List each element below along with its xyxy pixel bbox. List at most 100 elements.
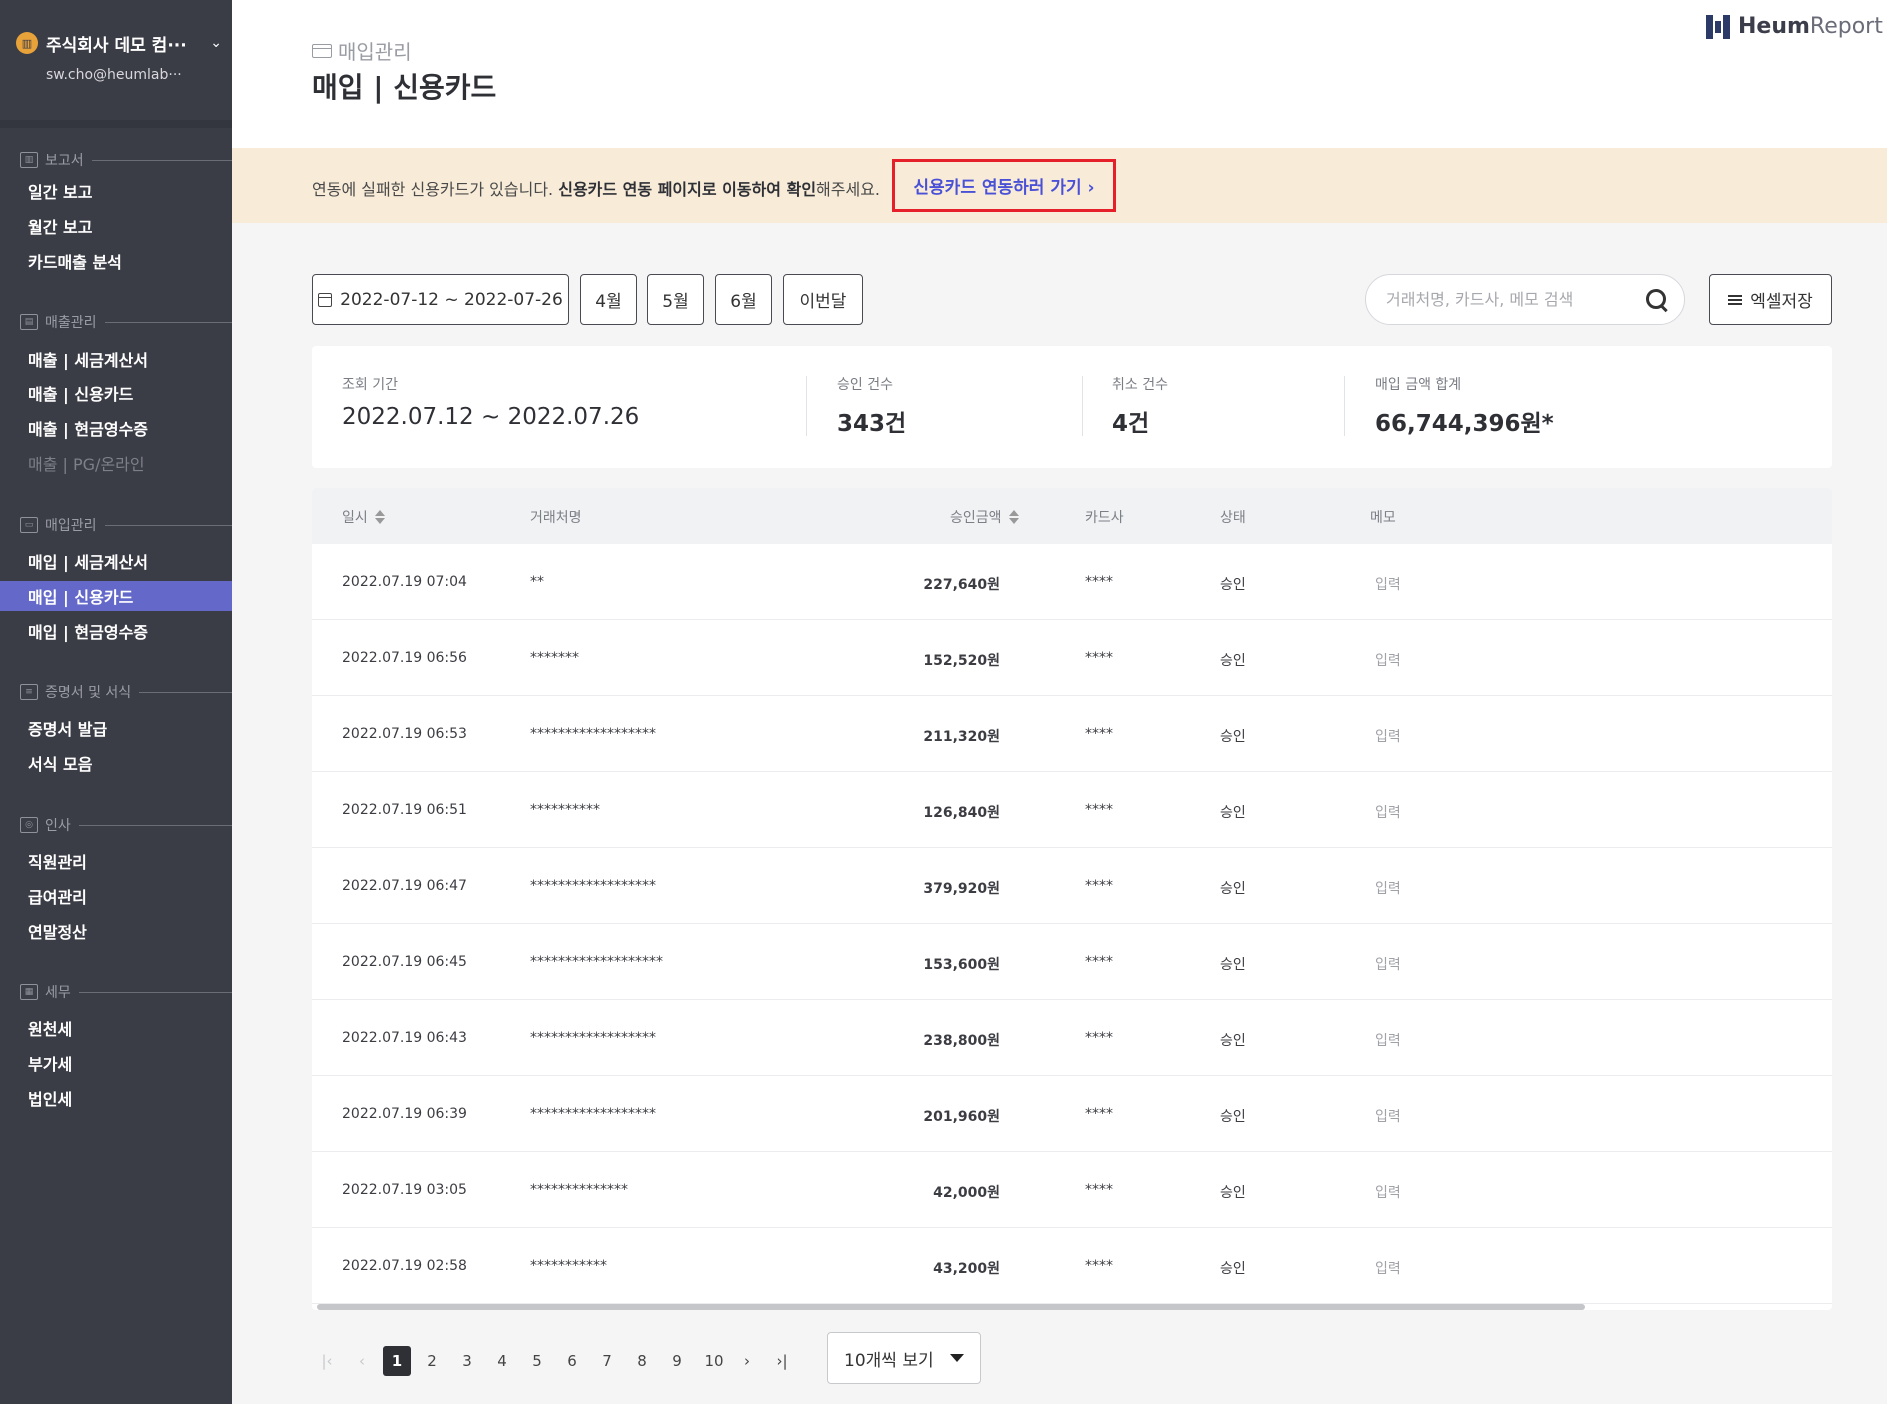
sidebar-item-daily-report[interactable]: 일간 보고 <box>0 176 232 206</box>
cell-status: 승인 <box>1220 729 1246 745</box>
cell-amount: 42,000원 <box>933 1185 1000 1201</box>
sidebar-item-sales-pg-online[interactable]: 매출 | PG/온라인 <box>0 448 232 478</box>
table-row[interactable]: 2022.07.19 06:39 ****************** 201,96… <box>312 1076 1832 1152</box>
sidebar-item-employee-management[interactable]: 직원관리 <box>0 846 232 876</box>
table-row[interactable]: 2022.07.19 06:45 ******************* 153,6… <box>312 924 1832 1000</box>
page-9[interactable]: 9 <box>663 1346 691 1376</box>
sidebar-item-sales-tax-invoice[interactable]: 매출 | 세금계산서 <box>0 344 232 374</box>
last-page-icon[interactable]: ›| <box>768 1346 796 1376</box>
sort-icon[interactable] <box>1008 510 1019 524</box>
month-button-june[interactable]: 6월 <box>715 274 772 325</box>
section-divider <box>78 824 232 826</box>
page-4[interactable]: 4 <box>488 1346 516 1376</box>
brand-logo[interactable]: Heum Report <box>1706 14 1883 39</box>
sidebar-item-sales-cash-receipt[interactable]: 매출 | 현금영수증 <box>0 413 232 443</box>
cell-status: 승인 <box>1220 577 1246 593</box>
page-5[interactable]: 5 <box>523 1346 551 1376</box>
column-amount[interactable]: 승인금액 <box>950 507 1019 527</box>
horizontal-scrollbar[interactable] <box>317 1304 1585 1310</box>
go-to-card-link-button[interactable]: 신용카드 연동하러 가기 › <box>892 159 1116 212</box>
page-7[interactable]: 7 <box>593 1346 621 1376</box>
cell-datetime: 2022.07.19 06:53 <box>342 726 467 742</box>
table-row[interactable]: 2022.07.19 02:58 *********** 43,200원 **** 승인… <box>312 1228 1832 1304</box>
memo-input-link[interactable]: 입력 <box>1375 650 1401 670</box>
search-input[interactable] <box>1386 290 1646 309</box>
card-link-failure-banner: 연동에 실패한 신용카드가 있습니다. 신용카드 연동 페이지로 이동하여 확인… <box>232 148 1887 223</box>
table-row[interactable]: 2022.07.19 07:04 ** 227,640원 **** 승인 입력 <box>312 544 1832 620</box>
memo-input-link[interactable]: 입력 <box>1375 1258 1401 1278</box>
cell-amount: 211,320원 <box>923 729 1000 745</box>
purchase-card-icon <box>312 43 332 58</box>
caret-down-icon <box>950 1354 964 1362</box>
user-email: sw.cho@heumlab··· <box>46 67 182 83</box>
sidebar-item-sales-credit-card[interactable]: 매출 | 신용카드 <box>0 378 232 408</box>
sidebar-item-purchase-tax-invoice[interactable]: 매입 | 세금계산서 <box>0 546 232 576</box>
sort-icon[interactable] <box>374 510 385 524</box>
search-icon[interactable] <box>1646 288 1668 311</box>
sidebar-item-vat[interactable]: 부가세 <box>0 1048 232 1078</box>
section-divider <box>104 321 232 323</box>
sidebar-item-payroll[interactable]: 급여관리 <box>0 881 232 911</box>
sidebar-item-corporate-tax[interactable]: 법인세 <box>0 1083 232 1113</box>
table-row[interactable]: 2022.07.19 06:47 ****************** 379,92… <box>312 848 1832 924</box>
page-size-value: 10개씩 보기 <box>844 1350 934 1371</box>
table-row[interactable]: 2022.07.19 06:43 ****************** 238,80… <box>312 1000 1832 1076</box>
table-row[interactable]: 2022.07.19 06:56 ******* 152,520원 **** 승인 입력 <box>312 620 1832 696</box>
next-page-icon[interactable]: › <box>733 1346 761 1376</box>
report-icon: ▥ <box>20 152 38 168</box>
sidebar-item-purchase-cash-receipt[interactable]: 매입 | 현금영수증 <box>0 616 232 646</box>
sidebar-item-card-sales-analysis[interactable]: 카드매출 분석 <box>0 246 232 276</box>
previous-page-icon[interactable]: ‹ <box>348 1346 376 1376</box>
section-label: 보고서 <box>45 153 84 169</box>
company-logo-icon: ▥ <box>16 32 38 54</box>
memo-input-link[interactable]: 입력 <box>1375 802 1401 822</box>
month-button-may[interactable]: 5월 <box>647 274 704 325</box>
memo-input-link[interactable]: 입력 <box>1375 726 1401 746</box>
table-row[interactable]: 2022.07.19 06:53 ****************** 211,32… <box>312 696 1832 772</box>
month-button-april[interactable]: 4월 <box>580 274 637 325</box>
sidebar-item-certificate-issue[interactable]: 증명서 발급 <box>0 713 232 743</box>
memo-input-link[interactable]: 입력 <box>1375 954 1401 974</box>
summary-value: 4건 <box>1112 411 1150 437</box>
first-page-icon[interactable]: |‹ <box>313 1346 341 1376</box>
table-row[interactable]: 2022.07.19 03:05 ************** 42,000원 ***… <box>312 1152 1832 1228</box>
column-status: 상태 <box>1220 510 1246 526</box>
summary-cancel-count: 취소 건수 4건 <box>1112 374 1168 438</box>
sidebar-item-purchase-credit-card[interactable]: 매입 | 신용카드 <box>0 581 232 611</box>
page-6[interactable]: 6 <box>558 1346 586 1376</box>
table-row[interactable]: 2022.07.19 06:51 ********** 126,840원 **** 승인… <box>312 772 1832 848</box>
sidebar-item-withholding-tax[interactable]: 원천세 <box>0 1013 232 1043</box>
company-switcher[interactable]: ▥ 주식회사 데모 컴··· ⌄ <box>16 28 222 58</box>
memo-input-link[interactable]: 입력 <box>1375 574 1401 594</box>
cell-datetime: 2022.07.19 06:39 <box>342 1106 467 1122</box>
summary-total-amount: 매입 금액 합계 66,744,396원* <box>1375 374 1554 438</box>
purchase-card-icon: ▭ <box>20 517 38 533</box>
breadcrumb-label: 매입관리 <box>338 40 412 64</box>
sidebar-item-form-collection[interactable]: 서식 모음 <box>0 748 232 778</box>
page-size-select[interactable]: 10개씩 보기 <box>827 1332 981 1384</box>
memo-input-link[interactable]: 입력 <box>1375 878 1401 898</box>
month-button-this-month[interactable]: 이번달 <box>783 274 863 325</box>
sidebar-item-monthly-report[interactable]: 월간 보고 <box>0 211 232 241</box>
date-range-picker[interactable]: 2022-07-12 ~ 2022-07-26 <box>312 274 569 325</box>
memo-input-link[interactable]: 입력 <box>1375 1106 1401 1126</box>
cell-merchant: ****************** <box>530 726 656 742</box>
cell-card-company: **** <box>1085 878 1113 894</box>
cell-merchant: ** <box>530 574 544 590</box>
page-3[interactable]: 3 <box>453 1346 481 1376</box>
page-1[interactable]: 1 <box>383 1346 411 1376</box>
page-8[interactable]: 8 <box>628 1346 656 1376</box>
alert-message: 연동에 실패한 신용카드가 있습니다. 신용카드 연동 페이지로 이동하여 확인… <box>312 176 880 200</box>
page-10[interactable]: 10 <box>698 1346 730 1376</box>
company-name: 주식회사 데모 컴··· <box>46 35 187 56</box>
memo-input-link[interactable]: 입력 <box>1375 1182 1401 1202</box>
sidebar-item-year-end-settlement[interactable]: 연말정산 <box>0 916 232 946</box>
section-purchase: ▭ 매입관리 <box>20 515 232 535</box>
excel-export-button[interactable]: 엑셀저장 <box>1709 274 1832 325</box>
cell-datetime: 2022.07.19 06:56 <box>342 650 467 666</box>
column-datetime[interactable]: 일시 <box>342 507 385 527</box>
heumreport-logo-icon <box>1706 14 1731 39</box>
page-2[interactable]: 2 <box>418 1346 446 1376</box>
memo-input-link[interactable]: 입력 <box>1375 1030 1401 1050</box>
chevron-down-icon[interactable]: ⌄ <box>210 35 222 51</box>
